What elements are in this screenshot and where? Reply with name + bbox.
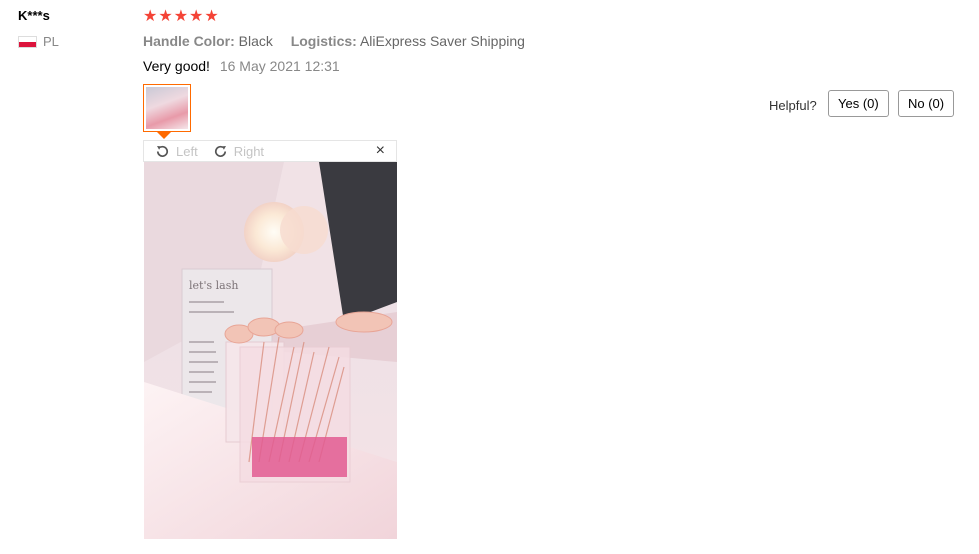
rotate-left-button[interactable]: Left [154,143,198,160]
attribute-value: Black [238,33,273,49]
rotate-left-icon [156,145,169,157]
attribute-label: Logistics: [290,33,357,49]
review-attributes: Handle Color: Black Logistics: AliExpres… [143,33,525,49]
rotate-right-button[interactable]: Right [212,143,264,160]
helpful-no-button[interactable]: No (0) [898,90,955,117]
star-icon: ★ [158,8,173,25]
photo-brand-text: let's lash [189,279,238,292]
review-photo-illustration: let's lash [144,162,397,539]
thumbnail-pointer [157,132,171,139]
feedback-text: Very good! [143,58,210,74]
review-date: 16 May 2021 12:31 [219,58,340,74]
reviewer-name: K***s [18,8,50,23]
helpful-yes-button[interactable]: Yes (0) [828,90,889,117]
thumbnail-image [146,87,188,129]
attribute-label: Handle Color: [143,33,235,49]
rotate-left-label: Left [176,143,198,159]
close-viewer-button[interactable]: × [376,143,385,159]
attribute-value: AliExpress Saver Shipping [359,33,525,49]
star-rating: ★ ★ ★ ★ ★ [143,8,219,26]
photo-viewer-toolbar: Left Right × [143,140,397,162]
reviewer-country: PL [18,34,59,49]
country-code: PL [43,34,59,49]
star-icon: ★ [173,8,189,25]
review-photo-large: let's lash [144,162,397,539]
star-icon: ★ [143,8,158,25]
poland-flag-icon [18,35,37,48]
star-icon: ★ [189,8,204,25]
rotate-right-label: Right [233,143,265,159]
helpful-label: Helpful? [769,98,817,113]
star-icon: ★ [204,8,219,25]
review-feedback: Very good! 16 May 2021 12:31 [143,58,340,74]
review-photo-thumbnail[interactable] [143,84,191,132]
rotate-right-icon [214,145,226,157]
